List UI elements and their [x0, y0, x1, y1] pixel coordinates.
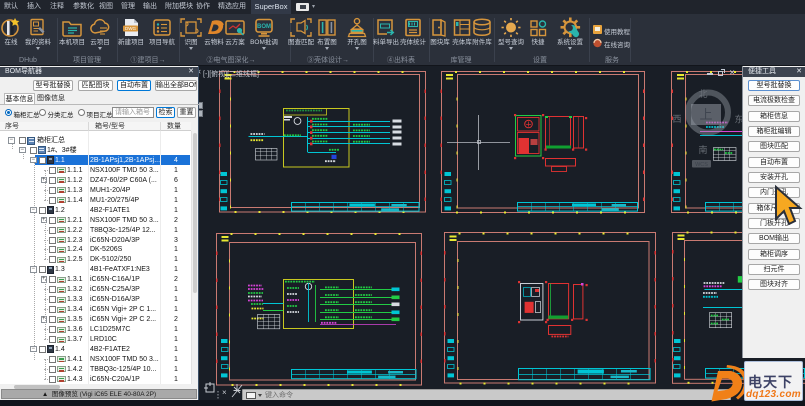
svg-text:×: ×	[222, 388, 227, 397]
svg-text:北: 北	[698, 89, 707, 99]
svg-text:南: 南	[698, 144, 707, 155]
svg-text:西: 西	[672, 114, 681, 124]
svg-text:BOM: BOM	[257, 24, 271, 30]
svg-text:上: 上	[699, 107, 712, 122]
svg-text:DWG: DWG	[125, 26, 136, 31]
svg-text:WCS: WCS	[695, 162, 708, 168]
